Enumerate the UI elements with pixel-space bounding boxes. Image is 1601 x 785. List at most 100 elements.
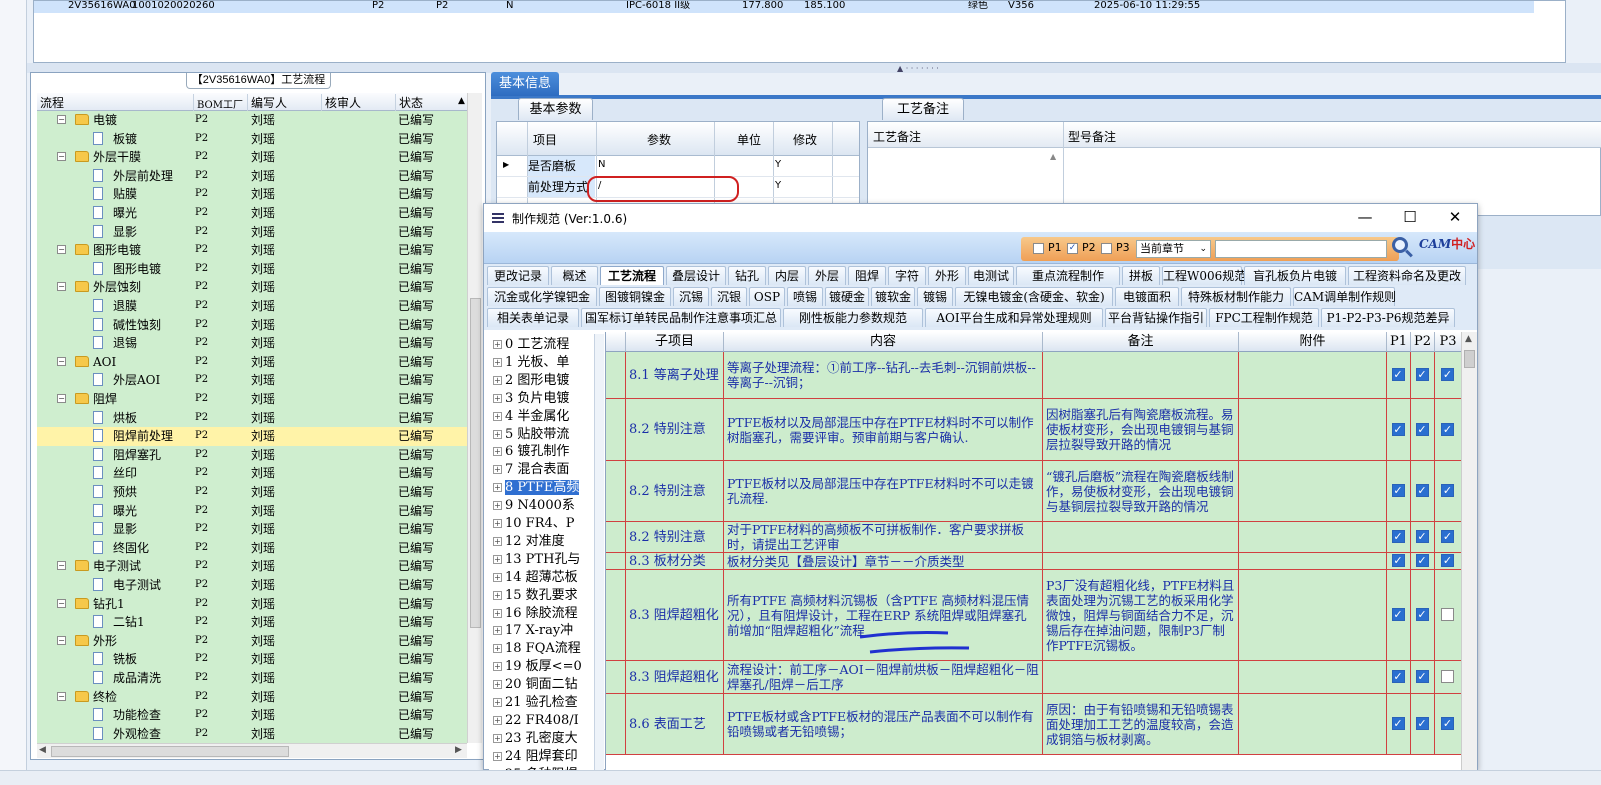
tab-basic-info[interactable]: 基本信息: [491, 72, 559, 96]
expand-icon[interactable]: +: [493, 393, 502, 403]
process-vertical-scrollbar[interactable]: [467, 93, 482, 743]
expand-icon[interactable]: +: [493, 680, 502, 690]
expand-icon[interactable]: +: [493, 751, 502, 761]
process-row[interactable]: 退锡 P2 刘瑶 已编写: [37, 334, 467, 353]
chapter-tab[interactable]: 盲孔板负片电镀: [1244, 266, 1346, 285]
process-row[interactable]: 烘板 P2 刘瑶 已编写: [37, 408, 467, 428]
chapter-tab[interactable]: 镀软金: [871, 287, 915, 306]
spec-vertical-scrollbar[interactable]: ▲: [1461, 332, 1477, 770]
chapter-tab[interactable]: 电测试: [968, 266, 1014, 285]
row-selector[interactable]: [606, 553, 626, 570]
process-row[interactable]: 成品清洗 P2 刘瑶 已编写: [37, 669, 467, 688]
col-flow[interactable]: 流程: [37, 94, 64, 111]
chapter-select[interactable]: 当前章节 ⌄: [1136, 240, 1211, 258]
process-row[interactable]: 显影 P2 刘瑶 已编写: [37, 222, 467, 242]
process-row[interactable]: 显影 P2 刘瑶 已编写: [37, 520, 467, 539]
tree-node[interactable]: +5 贴胶带流: [493, 426, 569, 444]
spec-row[interactable]: 8.2 特别注意 对于PTFE材料的高频板不可拼板制作．客户要求拼板时，请提出工艺…: [606, 522, 1461, 553]
p1-checkbox[interactable]: ✓: [1391, 717, 1405, 730]
p2-checkbox[interactable]: ✓: [1415, 530, 1429, 543]
expand-icon[interactable]: +: [493, 608, 502, 618]
col-param[interactable]: 参数: [647, 131, 671, 148]
row-selector[interactable]: [606, 399, 626, 461]
expand-icon[interactable]: +: [493, 483, 502, 493]
process-row[interactable]: − 外层蚀刻 P2 刘瑶 已编写: [37, 278, 467, 297]
process-row[interactable]: − 钻孔1 P2 刘瑶 已编写: [37, 594, 467, 614]
expand-icon[interactable]: +: [493, 411, 502, 421]
tree-node[interactable]: +13 PTH孔与: [493, 551, 580, 569]
col-reviewer[interactable]: 核审人: [321, 94, 361, 111]
col-modify[interactable]: 修改: [793, 131, 817, 148]
spec-row[interactable]: 8.3 阻焊超粗化 所有PTFE 高频材料沉锡板（含PTFE 高频材料混压情况），…: [606, 570, 1461, 661]
collapse-icon[interactable]: −: [57, 691, 66, 701]
tree-node[interactable]: +15 数孔要求: [493, 587, 578, 605]
chapter-tab[interactable]: 沉银: [711, 287, 747, 306]
scroll-up-icon[interactable]: ▲: [1465, 334, 1472, 344]
tree-node[interactable]: +9 N4000系: [493, 497, 575, 515]
chapter-tab[interactable]: 图镀铜镍金: [599, 287, 671, 306]
param-value[interactable]: N: [598, 159, 605, 170]
collapse-icon[interactable]: −: [57, 356, 66, 366]
process-row[interactable]: 贴膜 P2 刘瑶 已编写: [37, 185, 467, 204]
collapse-icon[interactable]: −: [57, 282, 66, 292]
p3-checkbox[interactable]: ✓: [1441, 554, 1454, 567]
chapter-tab[interactable]: 镀硬金: [825, 287, 869, 306]
process-row[interactable]: − 外形 P2 刘瑶 已编写: [37, 631, 467, 651]
chapter-tab[interactable]: AOI平台生成和异常处理规则: [925, 308, 1103, 327]
tree-node[interactable]: +22 FR408/I: [493, 712, 579, 730]
craft-notes-grid[interactable]: 工艺备注 型号备注 ▲: [867, 121, 1601, 217]
col-subitem[interactable]: 子项目: [626, 332, 724, 352]
expand-icon[interactable]: +: [493, 429, 502, 439]
chapter-tab[interactable]: 喷锡: [787, 287, 823, 306]
chapter-tab[interactable]: 特殊板材制作能力: [1181, 287, 1291, 306]
chapter-tab[interactable]: 更改记录: [487, 266, 549, 285]
chapter-tab[interactable]: P1-P2-P3-P6规范差异: [1321, 308, 1455, 327]
process-row[interactable]: 曝光 P2 刘瑶 已编写: [37, 501, 467, 521]
col-model-note[interactable]: 型号备注: [1068, 128, 1116, 145]
process-row[interactable]: 曝光 P2 刘瑶 已编写: [37, 204, 467, 223]
tab-basic-params[interactable]: 基本参数: [518, 98, 593, 120]
collapse-icon[interactable]: −: [57, 561, 66, 571]
spec-table[interactable]: 子项目 内容 备注 附件 P1 P2 P3 8.1 等离子处理 等离子处理流程：①…: [605, 332, 1461, 770]
collapse-icon[interactable]: −: [57, 598, 66, 608]
col-content[interactable]: 内容: [724, 332, 1043, 352]
p1-checkbox[interactable]: ✓: [1391, 368, 1405, 381]
chapter-tab[interactable]: 工程资料命名及更改: [1348, 266, 1466, 285]
expand-icon[interactable]: +: [493, 501, 502, 511]
col-unit[interactable]: 单位: [737, 131, 761, 148]
row-selector[interactable]: [606, 661, 626, 694]
process-row[interactable]: 预烘 P2 刘瑶 已编写: [37, 483, 467, 502]
search-input[interactable]: [1215, 240, 1387, 258]
col-p3[interactable]: P3: [1435, 332, 1461, 352]
p1-checkbox[interactable]: ✓: [1391, 422, 1405, 436]
spec-row[interactable]: 8.1 等离子处理 等离子处理流程：①前工序--钻孔--去毛刺--沉铜前烘板--等…: [606, 352, 1461, 399]
chapter-tab[interactable]: 外形: [928, 266, 966, 285]
chapter-tab[interactable]: 工艺流程: [600, 266, 664, 285]
chapter-tab[interactable]: 阻焊: [848, 266, 886, 285]
p1-checkbox[interactable]: ✓: [1391, 530, 1405, 543]
p2-checkbox[interactable]: ✓: [1415, 554, 1429, 567]
expand-icon[interactable]: +: [493, 644, 502, 654]
expand-icon[interactable]: +: [493, 340, 502, 349]
col-note[interactable]: 备注: [1043, 332, 1239, 352]
chapter-tab[interactable]: 沉锡: [673, 287, 709, 306]
tree-node[interactable]: +3 负片电镀: [493, 390, 569, 408]
process-row[interactable]: 铣板 P2 刘瑶 已编写: [37, 650, 467, 669]
p1-checkbox[interactable]: ✓: [1391, 554, 1405, 567]
expand-icon[interactable]: +: [493, 698, 502, 707]
tree-node[interactable]: +21 验孔检查: [493, 694, 578, 712]
scroll-thumb[interactable]: [51, 746, 289, 757]
chapter-tab[interactable]: 镀锡: [917, 287, 953, 306]
chapter-tab[interactable]: 字符: [888, 266, 926, 285]
order-grid[interactable]: 2V35616WA0 1001020020260 P2 P2 N IPC-601…: [33, 0, 1566, 63]
spec-row[interactable]: 8.2 特别注意 PTFE板材以及局部混压中存在PTFE材料时不可以走镀孔流程. “…: [606, 461, 1461, 522]
expand-icon[interactable]: +: [493, 447, 502, 457]
process-row[interactable]: − 电子测试 P2 刘瑶 已编写: [37, 557, 467, 576]
process-row[interactable]: 阻焊前处理 P2 刘瑶 已编写: [37, 427, 467, 446]
p1-checkbox[interactable]: ✓: [1391, 484, 1405, 497]
process-row[interactable]: − 阻焊 P2 刘瑶 已编写: [37, 390, 467, 409]
process-tree-list[interactable]: − 电镀 P2 刘瑶 已编写 板镀 P2 刘瑶 已编写 − 外层干膜 P2 刘瑶 已编写 外层前处理 P2 刘瑶…: [37, 111, 467, 743]
col-craft-note[interactable]: 工艺备注: [873, 128, 921, 145]
col-status[interactable]: 状态: [395, 94, 423, 111]
p3-checkbox[interactable]: [1441, 670, 1454, 683]
